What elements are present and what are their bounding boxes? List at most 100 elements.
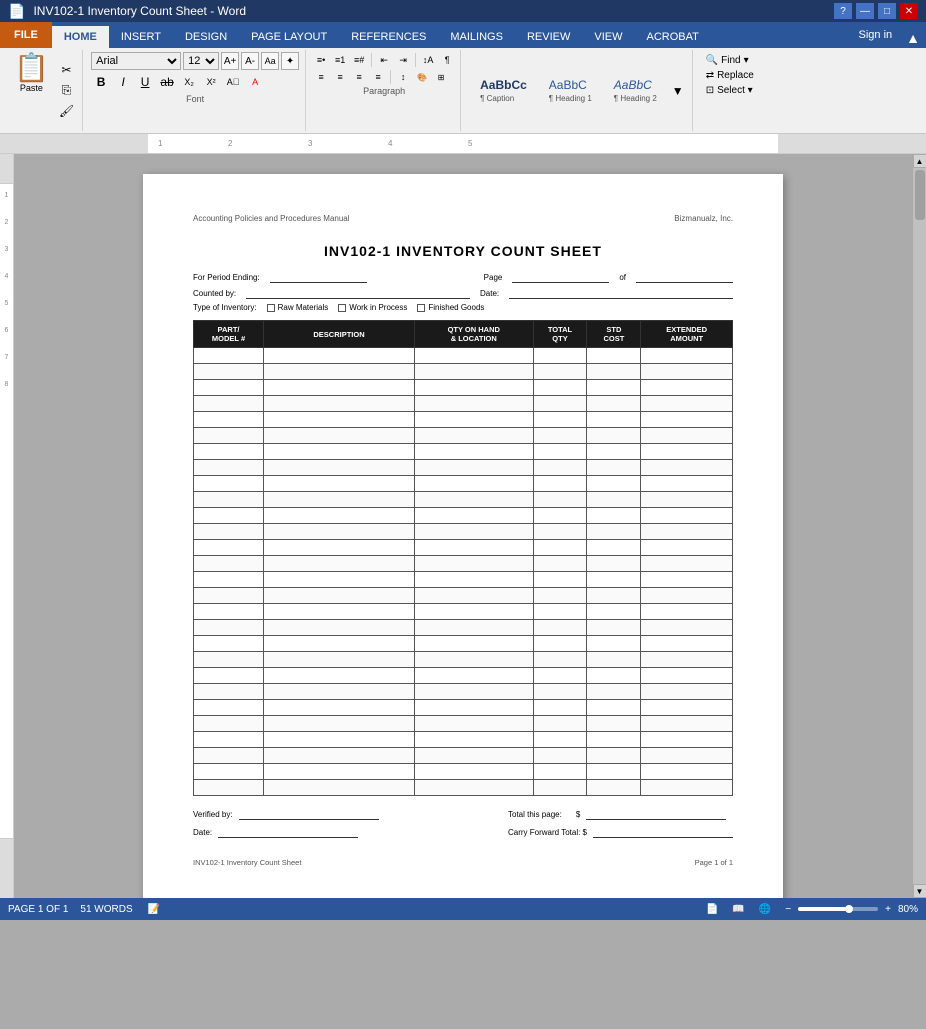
table-cell[interactable] xyxy=(641,668,733,684)
table-cell[interactable] xyxy=(264,476,415,492)
table-row[interactable] xyxy=(194,396,733,412)
table-cell[interactable] xyxy=(264,396,415,412)
table-cell[interactable] xyxy=(264,780,415,796)
table-cell[interactable] xyxy=(641,636,733,652)
table-cell[interactable] xyxy=(194,780,264,796)
align-left-button[interactable]: ≡ xyxy=(312,69,330,85)
table-cell[interactable] xyxy=(641,716,733,732)
table-cell[interactable] xyxy=(533,748,587,764)
table-row[interactable] xyxy=(194,684,733,700)
table-cell[interactable] xyxy=(533,620,587,636)
table-row[interactable] xyxy=(194,652,733,668)
table-cell[interactable] xyxy=(587,604,641,620)
table-cell[interactable] xyxy=(533,492,587,508)
table-cell[interactable] xyxy=(414,588,533,604)
table-row[interactable] xyxy=(194,636,733,652)
table-cell[interactable] xyxy=(264,572,415,588)
table-cell[interactable] xyxy=(641,604,733,620)
find-button[interactable]: 🔍 Find ▾ xyxy=(703,54,757,67)
table-cell[interactable] xyxy=(264,364,415,380)
zoom-track[interactable] xyxy=(798,907,878,911)
table-cell[interactable] xyxy=(414,364,533,380)
table-cell[interactable] xyxy=(587,460,641,476)
table-cell[interactable] xyxy=(264,588,415,604)
decrease-indent-button[interactable]: ⇤ xyxy=(375,52,393,68)
table-cell[interactable] xyxy=(414,620,533,636)
table-cell[interactable] xyxy=(194,460,264,476)
table-cell[interactable] xyxy=(533,588,587,604)
tab-design[interactable]: DESIGN xyxy=(173,26,239,48)
table-cell[interactable] xyxy=(264,556,415,572)
table-row[interactable] xyxy=(194,716,733,732)
text-highlight-button[interactable]: A⃝ xyxy=(223,72,243,92)
table-row[interactable] xyxy=(194,476,733,492)
table-cell[interactable] xyxy=(264,748,415,764)
table-cell[interactable] xyxy=(587,620,641,636)
multilevel-button[interactable]: ≡# xyxy=(350,52,368,68)
table-cell[interactable] xyxy=(414,524,533,540)
table-cell[interactable] xyxy=(194,540,264,556)
table-cell[interactable] xyxy=(194,588,264,604)
table-cell[interactable] xyxy=(641,428,733,444)
table-cell[interactable] xyxy=(414,732,533,748)
table-cell[interactable] xyxy=(587,348,641,364)
line-spacing-button[interactable]: ↕ xyxy=(394,69,412,85)
table-cell[interactable] xyxy=(414,652,533,668)
table-cell[interactable] xyxy=(587,492,641,508)
table-cell[interactable] xyxy=(414,460,533,476)
table-cell[interactable] xyxy=(194,412,264,428)
table-row[interactable] xyxy=(194,556,733,572)
table-cell[interactable] xyxy=(587,364,641,380)
table-cell[interactable] xyxy=(641,508,733,524)
table-cell[interactable] xyxy=(533,604,587,620)
paste-button[interactable]: 📋 Paste xyxy=(14,54,49,93)
document-page[interactable]: Accounting Policies and Procedures Manua… xyxy=(143,174,783,898)
copy-button[interactable]: ⎘ xyxy=(55,81,78,100)
maximize-button[interactable]: □ xyxy=(878,3,896,19)
style-heading1[interactable]: AaBbC ¶ Heading 1 xyxy=(540,75,601,107)
table-cell[interactable] xyxy=(264,492,415,508)
tab-home[interactable]: HOME xyxy=(52,26,109,48)
total-pages-value[interactable] xyxy=(636,271,733,283)
table-cell[interactable] xyxy=(587,556,641,572)
table-cell[interactable] xyxy=(641,620,733,636)
tab-insert[interactable]: INSERT xyxy=(109,26,173,48)
table-cell[interactable] xyxy=(587,540,641,556)
table-row[interactable] xyxy=(194,508,733,524)
table-cell[interactable] xyxy=(587,748,641,764)
table-cell[interactable] xyxy=(414,604,533,620)
table-cell[interactable] xyxy=(264,636,415,652)
table-cell[interactable] xyxy=(587,636,641,652)
table-row[interactable] xyxy=(194,524,733,540)
font-name-select[interactable]: Arial xyxy=(91,52,181,70)
table-cell[interactable] xyxy=(264,764,415,780)
tab-mailings[interactable]: MAILINGS xyxy=(438,26,515,48)
layout-web-btn[interactable]: 🌐 xyxy=(756,903,774,916)
table-cell[interactable] xyxy=(414,428,533,444)
table-row[interactable] xyxy=(194,572,733,588)
ribbon-collapse-btn[interactable]: ▲ xyxy=(900,28,926,48)
track-changes-btn[interactable]: 📝 xyxy=(145,903,163,916)
table-cell[interactable] xyxy=(587,524,641,540)
table-cell[interactable] xyxy=(264,716,415,732)
table-cell[interactable] xyxy=(194,732,264,748)
table-row[interactable] xyxy=(194,780,733,796)
styles-expand-button[interactable]: ▼ xyxy=(672,84,684,98)
table-row[interactable] xyxy=(194,492,733,508)
table-cell[interactable] xyxy=(414,412,533,428)
strikethrough-button[interactable]: ab xyxy=(157,72,177,92)
table-cell[interactable] xyxy=(264,428,415,444)
table-cell[interactable] xyxy=(414,492,533,508)
table-cell[interactable] xyxy=(641,348,733,364)
table-cell[interactable] xyxy=(533,636,587,652)
close-button[interactable]: ✕ xyxy=(900,3,918,19)
table-cell[interactable] xyxy=(641,444,733,460)
table-row[interactable] xyxy=(194,428,733,444)
table-cell[interactable] xyxy=(641,540,733,556)
table-cell[interactable] xyxy=(533,396,587,412)
table-cell[interactable] xyxy=(414,636,533,652)
table-cell[interactable] xyxy=(641,732,733,748)
table-cell[interactable] xyxy=(533,684,587,700)
table-cell[interactable] xyxy=(587,412,641,428)
table-cell[interactable] xyxy=(641,364,733,380)
